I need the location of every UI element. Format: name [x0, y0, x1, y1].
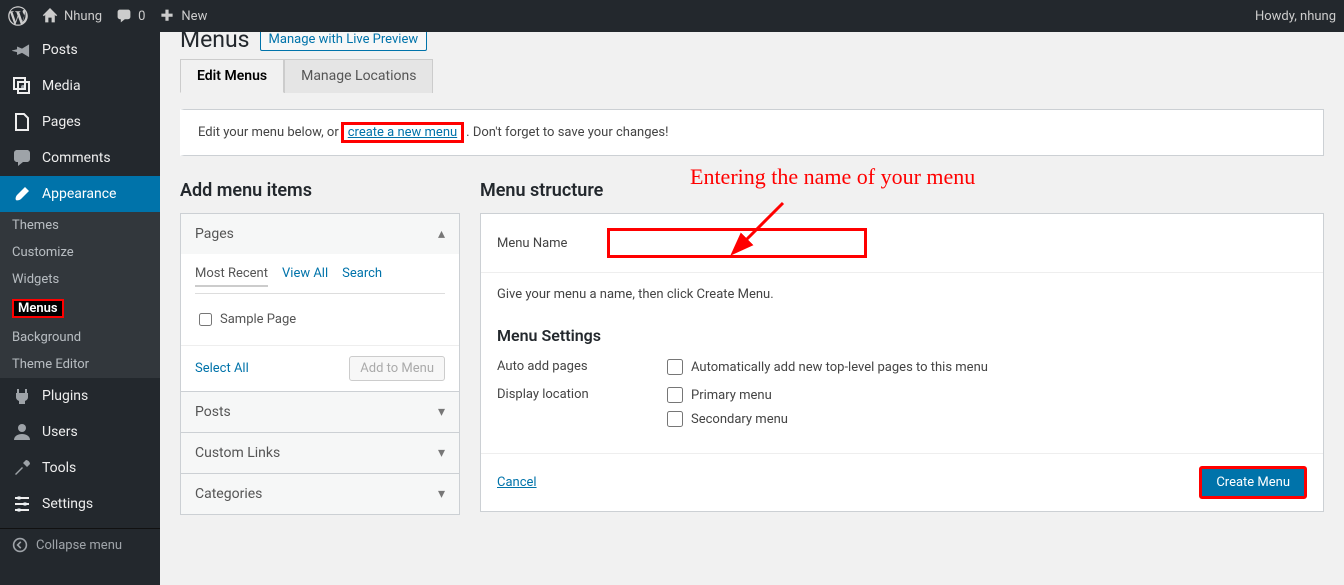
- nav-tabs: Edit Menus Manage Locations: [180, 59, 1324, 93]
- create-menu-button[interactable]: Create Menu: [1199, 466, 1307, 499]
- sidebar-item-comments[interactable]: Comments: [0, 140, 160, 176]
- appearance-submenu: Themes Customize Widgets Menus Backgroun…: [0, 212, 160, 378]
- menu-settings-title: Menu Settings: [497, 326, 1307, 345]
- sidebar-item-plugins[interactable]: Plugins: [0, 378, 160, 414]
- page-icon: [12, 112, 32, 132]
- auto-add-checkbox[interactable]: [667, 359, 683, 375]
- brush-icon: [12, 184, 32, 204]
- comment-icon: [116, 8, 132, 24]
- media-icon: [12, 76, 32, 96]
- caret-down-icon: ▾: [438, 486, 445, 502]
- pin-icon: [12, 40, 32, 60]
- create-new-menu-link[interactable]: create a new menu: [348, 125, 457, 140]
- menu-name-input[interactable]: [607, 228, 867, 258]
- sidebar-item-pages[interactable]: Pages: [0, 104, 160, 140]
- caret-down-icon: ▾: [438, 445, 445, 461]
- sub-background[interactable]: Background: [0, 324, 160, 351]
- notice: Edit your menu below, or create a new me…: [180, 109, 1324, 156]
- main-content: Menus Manage with Live Preview Edit Menu…: [160, 32, 1344, 585]
- acc-pages-head[interactable]: Pages ▴: [181, 214, 459, 254]
- auto-add-option[interactable]: Automatically add new top-level pages to…: [667, 359, 988, 375]
- sidebar-item-posts[interactable]: Posts: [0, 32, 160, 68]
- tab-edit-menus[interactable]: Edit Menus: [180, 59, 284, 93]
- menu-structure-box: Menu Name Give your menu a name, then cl…: [480, 213, 1324, 512]
- add-items-heading: Add menu items: [180, 180, 460, 201]
- plug-icon: [12, 386, 32, 406]
- comments-count: 0: [138, 9, 145, 24]
- menu-name-label: Menu Name: [497, 236, 587, 251]
- page-checkbox[interactable]: [199, 313, 212, 326]
- add-to-menu-button[interactable]: Add to Menu: [349, 356, 445, 381]
- sliders-icon: [12, 494, 32, 514]
- acc-posts-head[interactable]: Posts ▾: [181, 391, 459, 432]
- collapse-menu[interactable]: Collapse menu: [0, 528, 160, 561]
- create-new-menu-highlight: create a new menu: [341, 122, 464, 143]
- comment-icon: [12, 148, 32, 168]
- new-label: New: [181, 9, 207, 24]
- menu-hint: Give your menu a name, then click Create…: [497, 287, 1307, 302]
- caret-down-icon: ▾: [438, 404, 445, 420]
- home-icon: [42, 8, 58, 24]
- primary-checkbox[interactable]: [667, 387, 683, 403]
- pages-tab-recent[interactable]: Most Recent: [195, 266, 268, 287]
- add-items-accordion: Pages ▴ Most Recent View All Search Samp…: [180, 213, 460, 515]
- sub-customize[interactable]: Customize: [0, 239, 160, 266]
- acc-custom-head[interactable]: Custom Links ▾: [181, 432, 459, 473]
- admin-bar: Nhung 0 New Howdy, nhung: [0, 0, 1344, 32]
- page-item-sample[interactable]: Sample Page: [195, 306, 445, 333]
- wrench-icon: [12, 458, 32, 478]
- plus-icon: [159, 8, 175, 24]
- pages-tab-viewall[interactable]: View All: [282, 266, 328, 287]
- primary-menu-option[interactable]: Primary menu: [667, 387, 788, 403]
- user-icon: [12, 422, 32, 442]
- auto-add-label: Auto add pages: [497, 359, 667, 375]
- secondary-checkbox[interactable]: [667, 411, 683, 427]
- howdy[interactable]: Howdy, nhung: [1255, 9, 1336, 24]
- sub-widgets[interactable]: Widgets: [0, 266, 160, 293]
- acc-pages-body: Most Recent View All Search Sample Page: [181, 254, 459, 345]
- display-location-label: Display location: [497, 387, 667, 427]
- comments-link[interactable]: 0: [116, 8, 145, 24]
- sidebar-item-tools[interactable]: Tools: [0, 450, 160, 486]
- pages-tab-search[interactable]: Search: [342, 266, 382, 287]
- caret-up-icon: ▴: [438, 226, 445, 242]
- structure-heading: Menu structure: [480, 180, 1324, 201]
- page-title: Menus: [180, 32, 250, 53]
- sub-menus[interactable]: Menus: [0, 293, 160, 324]
- collapse-icon: [12, 537, 28, 553]
- site-name: Nhung: [64, 9, 102, 24]
- secondary-menu-option[interactable]: Secondary menu: [667, 411, 788, 427]
- sidebar-item-settings[interactable]: Settings: [0, 486, 160, 522]
- sub-theme-editor[interactable]: Theme Editor: [0, 351, 160, 378]
- admin-sidebar: Posts Media Pages Comments Appearance Th…: [0, 32, 160, 585]
- sidebar-item-users[interactable]: Users: [0, 414, 160, 450]
- sidebar-item-appearance[interactable]: Appearance: [0, 176, 160, 212]
- site-link[interactable]: Nhung: [42, 8, 102, 24]
- sidebar-item-media[interactable]: Media: [0, 68, 160, 104]
- acc-categories-head[interactable]: Categories ▾: [181, 473, 459, 514]
- new-link[interactable]: New: [159, 8, 207, 24]
- sub-themes[interactable]: Themes: [0, 212, 160, 239]
- select-all-link[interactable]: Select All: [195, 361, 249, 376]
- wordpress-icon: [8, 6, 28, 26]
- wp-logo[interactable]: [8, 6, 28, 26]
- cancel-link[interactable]: Cancel: [497, 475, 537, 490]
- tab-manage-locations[interactable]: Manage Locations: [284, 59, 433, 93]
- live-preview-button[interactable]: Manage with Live Preview: [260, 32, 428, 51]
